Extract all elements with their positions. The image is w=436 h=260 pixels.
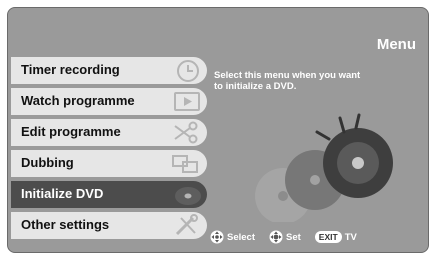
menu-item-label: Initialize DVD xyxy=(21,186,104,201)
menu-item-timer-recording[interactable]: Timer recording xyxy=(11,57,207,84)
menu-description: Select this menu when you want to initia… xyxy=(214,70,414,92)
select-legend-label: Select xyxy=(227,231,255,243)
tools-icon xyxy=(175,214,198,236)
dpad-select-icon xyxy=(210,230,224,244)
menu-item-initialize-dvd[interactable]: Initialize DVD xyxy=(11,181,207,208)
disc-icon xyxy=(175,187,201,205)
menu-item-watch-programme[interactable]: Watch programme xyxy=(11,88,207,115)
menu-title: Menu xyxy=(376,36,416,53)
menu-item-label: Edit programme xyxy=(21,124,121,139)
exit-key-badge: EXIT xyxy=(314,231,342,243)
menu-list: Timer recording Watch programme Edit pro… xyxy=(11,57,207,243)
set-legend-label: Set xyxy=(286,231,301,243)
menu-item-label: Other settings xyxy=(21,217,110,232)
menu-item-label: Timer recording xyxy=(21,62,120,77)
menu-item-dubbing[interactable]: Dubbing xyxy=(11,150,207,177)
dvd-menu-screen: Menu Timer recording Watch programme Edi… xyxy=(7,7,429,253)
description-line-1: Select this menu when you want xyxy=(214,70,361,81)
menu-item-other-settings[interactable]: Other settings xyxy=(11,212,207,239)
dpad-set-icon xyxy=(269,230,283,244)
menu-item-label: Dubbing xyxy=(21,155,74,170)
key-legend: Select Set EXIT TV xyxy=(210,229,357,245)
menu-item-label: Watch programme xyxy=(21,93,135,108)
film-strip-icon xyxy=(172,155,198,173)
description-line-2: to initialize a DVD. xyxy=(214,81,297,92)
menu-item-edit-programme[interactable]: Edit programme xyxy=(11,119,207,146)
dvd-discs-illustration xyxy=(255,113,393,222)
scissors-icon xyxy=(174,121,198,144)
film-play-icon xyxy=(174,92,200,111)
tv-legend-label: TV xyxy=(344,231,357,243)
clock-icon xyxy=(177,60,199,82)
